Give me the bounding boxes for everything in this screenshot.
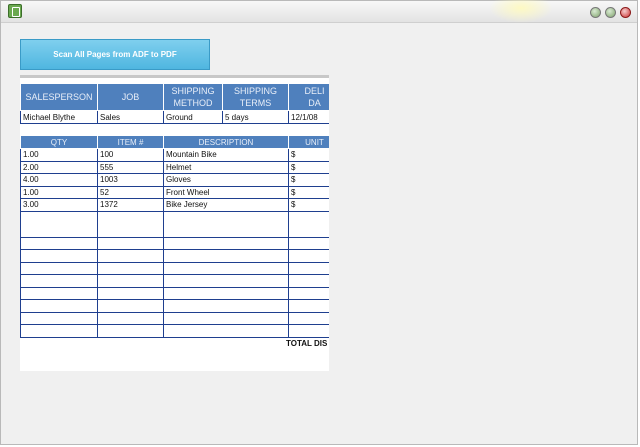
item-cell: 100 — [97, 148, 164, 162]
line-items-table: QTY ITEM # DESCRIPTION UNIT 1.00 100 Mou… — [20, 135, 329, 338]
order-info-table: SALESPERSON JOB SHIPPING METHOD SHIPPING… — [20, 83, 329, 124]
title-bar[interactable] — [1, 0, 637, 23]
empty-row — [20, 299, 329, 313]
empty-row — [20, 249, 329, 263]
job-value: Sales — [97, 110, 164, 124]
empty-row — [20, 237, 329, 250]
qty-cell: 1.00 — [20, 148, 98, 162]
item-cell: 1003 — [97, 173, 164, 187]
empty-row — [20, 324, 329, 338]
header-delivery-date: DELI DA — [288, 83, 329, 111]
empty-row — [20, 287, 329, 300]
table-row: 1.00 100 Mountain Bike $ — [20, 148, 329, 162]
delivery-date-value: 12/1/08 — [288, 110, 329, 124]
empty-row — [20, 312, 329, 325]
header-job: JOB — [97, 83, 164, 111]
unit-cell: $ — [288, 186, 329, 199]
shipping-method-value: Ground — [163, 110, 223, 124]
description-cell: Front Wheel — [163, 186, 289, 199]
qty-cell: 4.00 — [20, 173, 98, 187]
qty-cell: 3.00 — [20, 198, 98, 212]
document-preview: SALESPERSON JOB SHIPPING METHOD SHIPPING… — [20, 75, 329, 371]
header-shipping-method: SHIPPING METHOD — [163, 83, 223, 111]
scan-adf-to-pdf-button[interactable]: Scan All Pages from ADF to PDF — [20, 39, 210, 70]
description-cell: Bike Jersey — [163, 198, 289, 212]
header-item-number: ITEM # — [97, 135, 164, 149]
order-info-header-row: SALESPERSON JOB SHIPPING METHOD SHIPPING… — [20, 83, 329, 111]
unit-cell: $ — [288, 173, 329, 187]
total-discount-label: TOTAL DIS — [286, 339, 328, 348]
description-cell: Helmet — [163, 161, 289, 174]
unit-cell: $ — [288, 198, 329, 212]
table-row: 1.00 52 Front Wheel $ — [20, 186, 329, 199]
header-description: DESCRIPTION — [163, 135, 289, 149]
empty-row — [20, 211, 329, 238]
header-salesperson: SALESPERSON — [20, 83, 98, 111]
maximize-icon[interactable] — [605, 7, 616, 18]
table-row: 3.00 1372 Bike Jersey $ — [20, 198, 329, 212]
empty-row — [20, 274, 329, 288]
close-icon[interactable] — [620, 7, 631, 18]
unit-cell: $ — [288, 148, 329, 162]
qty-cell: 1.00 — [20, 186, 98, 199]
salesperson-value: Michael Blythe — [20, 110, 98, 124]
qty-cell: 2.00 — [20, 161, 98, 174]
minimize-icon[interactable] — [590, 7, 601, 18]
header-unit: UNIT — [288, 135, 329, 149]
app-window: Scan All Pages from ADF to PDF SALESPERS… — [0, 0, 638, 445]
unit-cell: $ — [288, 161, 329, 174]
title-glow — [489, 0, 553, 23]
item-cell: 555 — [97, 161, 164, 174]
header-shipping-terms: SHIPPING TERMS — [222, 83, 289, 111]
order-info-row: Michael Blythe Sales Ground 5 days 12/1/… — [20, 110, 329, 124]
document-divider — [20, 75, 329, 78]
description-cell: Mountain Bike — [163, 148, 289, 162]
empty-row — [20, 262, 329, 275]
item-cell: 1372 — [97, 198, 164, 212]
table-row: 2.00 555 Helmet $ — [20, 161, 329, 174]
table-row: 4.00 1003 Gloves $ — [20, 173, 329, 187]
item-cell: 52 — [97, 186, 164, 199]
description-cell: Gloves — [163, 173, 289, 187]
shipping-terms-value: 5 days — [222, 110, 289, 124]
header-qty: QTY — [20, 135, 98, 149]
line-items-header-row: QTY ITEM # DESCRIPTION UNIT — [20, 135, 329, 149]
app-icon — [8, 4, 22, 18]
